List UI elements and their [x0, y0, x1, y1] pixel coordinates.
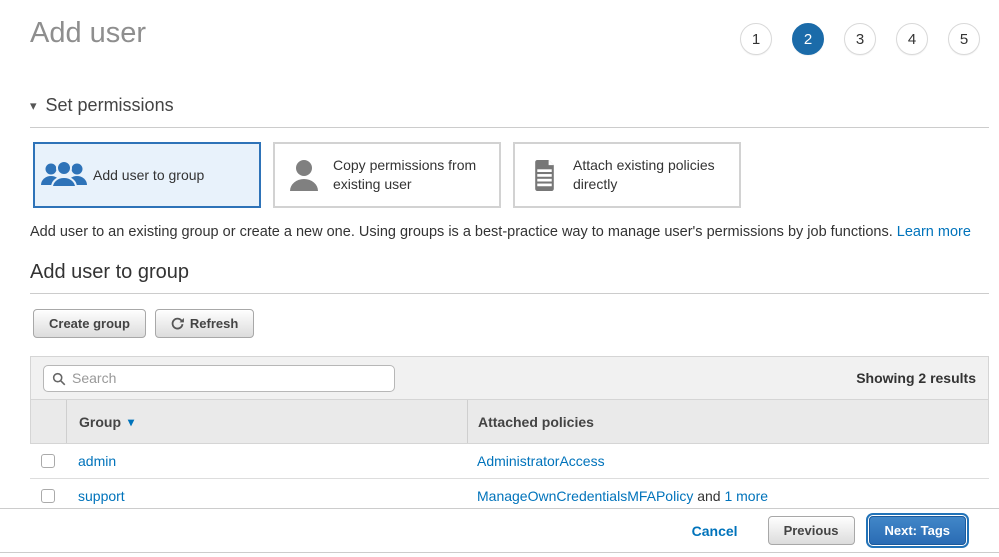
refresh-label: Refresh	[190, 316, 238, 331]
results-count: Showing 2 results	[856, 370, 976, 386]
policy-link[interactable]: AdministratorAccess	[477, 453, 605, 469]
card-attach-policies[interactable]: Attach existing policies directly	[513, 142, 741, 208]
row-checkbox[interactable]	[41, 454, 55, 468]
card-label: Attach existing policies directly	[573, 156, 739, 194]
row-checkbox-cell	[30, 444, 66, 478]
refresh-button[interactable]: Refresh	[155, 309, 254, 338]
group-column-label: Group	[79, 414, 121, 430]
wizard-footer: Cancel Previous Next: Tags	[0, 508, 999, 553]
row-checkbox[interactable]	[41, 489, 55, 503]
previous-button[interactable]: Previous	[768, 516, 855, 545]
user-icon	[275, 159, 333, 192]
step-5: 5	[948, 23, 980, 55]
sort-descending-icon: ▾	[128, 415, 134, 429]
add-user-to-group-heading: Add user to group	[30, 261, 989, 294]
search-input[interactable]	[43, 365, 395, 392]
step-4: 4	[896, 23, 928, 55]
groups-table: Showing 2 results Group ▾ Attached polic…	[30, 356, 989, 514]
search-box	[43, 365, 395, 392]
cancel-button[interactable]: Cancel	[692, 523, 738, 539]
step-3: 3	[844, 23, 876, 55]
permissions-description: Add user to an existing group or create …	[30, 224, 989, 240]
refresh-icon	[171, 317, 184, 330]
set-permissions-section-header[interactable]: ▾ Set permissions	[30, 95, 989, 128]
next-tags-button[interactable]: Next: Tags	[869, 516, 967, 545]
group-link[interactable]: admin	[78, 453, 116, 469]
more-policies-link[interactable]: 1 more	[724, 488, 768, 504]
group-actions: Create group Refresh	[33, 309, 989, 338]
table-toolbar: Showing 2 results	[30, 356, 989, 400]
permission-option-cards: Add user to group Copy permissions from …	[33, 142, 989, 208]
column-header-group[interactable]: Group ▾	[67, 400, 468, 443]
policy-link[interactable]: ManageOwnCredentialsMFAPolicy	[477, 488, 693, 504]
card-label: Add user to group	[93, 166, 210, 185]
set-permissions-title: Set permissions	[46, 95, 174, 116]
card-label: Copy permissions from existing user	[333, 156, 499, 194]
add-user-wizard: Add user 1 2 3 4 5 ▾ Set permissions	[0, 0, 999, 557]
step-1: 1	[740, 23, 772, 55]
collapse-caret-icon: ▾	[30, 98, 37, 114]
policy-connector: and	[693, 488, 724, 504]
description-text: Add user to an existing group or create …	[30, 224, 897, 240]
column-header-attached-policies: Attached policies	[468, 400, 988, 443]
header-checkbox-cell	[31, 400, 67, 443]
page-header: Add user 1 2 3 4 5	[30, 16, 989, 55]
wizard-steps: 1 2 3 4 5	[740, 23, 980, 55]
group-link[interactable]: support	[78, 488, 125, 504]
card-add-user-to-group[interactable]: Add user to group	[33, 142, 261, 208]
document-icon	[515, 160, 573, 191]
table-row-admin: admin AdministratorAccess	[30, 444, 989, 479]
create-group-button[interactable]: Create group	[33, 309, 146, 338]
policies-column-label: Attached policies	[478, 414, 594, 430]
search-icon	[52, 372, 66, 386]
step-2-active: 2	[792, 23, 824, 55]
page-title: Add user	[30, 16, 146, 50]
learn-more-link[interactable]: Learn more	[897, 224, 971, 240]
table-header-row: Group ▾ Attached policies	[30, 400, 989, 444]
group-icon	[35, 158, 93, 192]
card-copy-permissions[interactable]: Copy permissions from existing user	[273, 142, 501, 208]
